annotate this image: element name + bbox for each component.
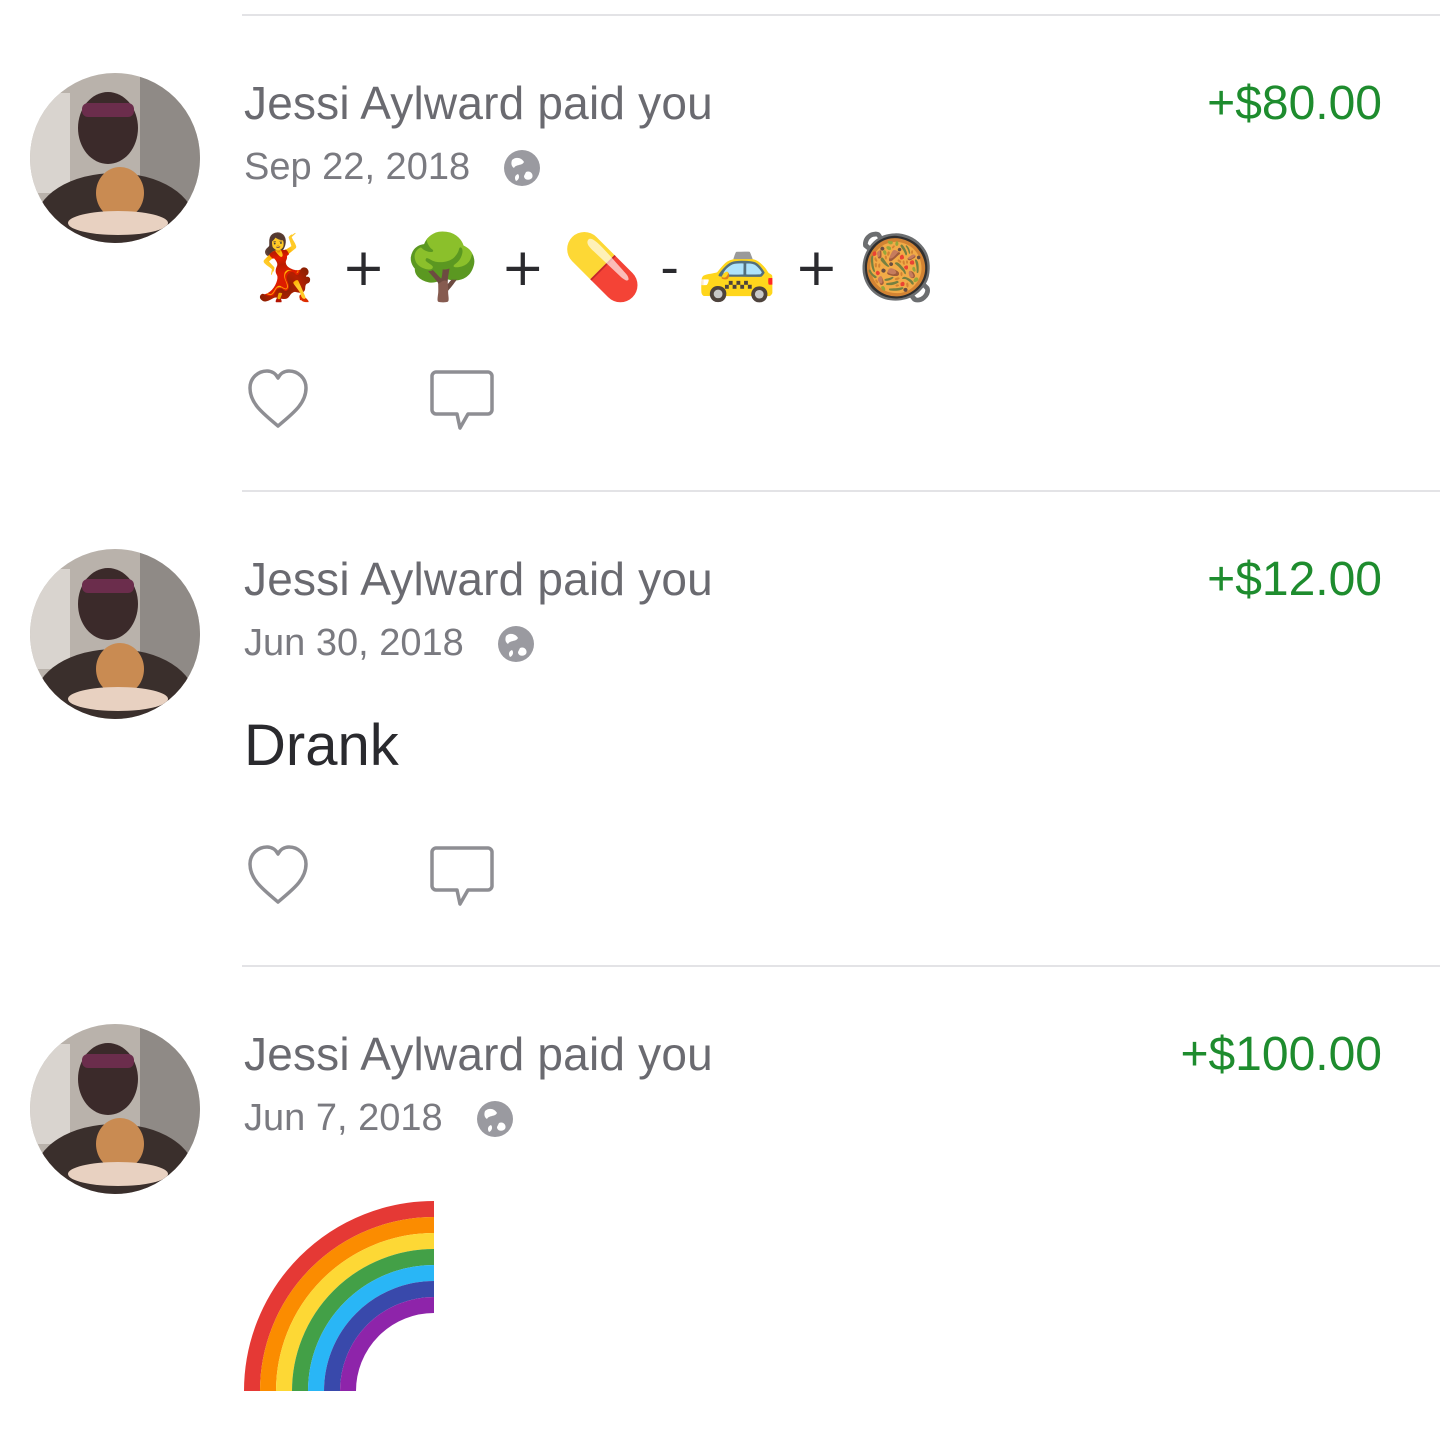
transaction-amount: +$12.00: [1207, 553, 1382, 606]
globe-icon: [475, 1099, 515, 1139]
avatar-photo: [30, 549, 200, 719]
tree-emoji: 🌳: [403, 231, 483, 305]
transaction-date: Jun 7, 2018: [244, 1097, 443, 1139]
transaction-amount: +$100.00: [1180, 1028, 1382, 1081]
avatar-photo: [30, 73, 200, 243]
emoji-note: 💃 + 🌳 + 💊 - 🚕 + 🥘: [244, 230, 936, 305]
divider: [242, 965, 1440, 967]
minus-operator: -: [660, 237, 679, 298]
transaction-meta: Sep 22, 2018: [244, 146, 542, 189]
transaction-date: Sep 22, 2018: [244, 146, 471, 188]
action-bar: [244, 366, 496, 434]
avatar[interactable]: [30, 549, 200, 719]
paella-emoji: 🥘: [856, 231, 936, 305]
globe-icon: [502, 148, 542, 188]
transaction-title: Jessi Aylward paid you: [244, 77, 713, 129]
plus-operator: +: [500, 237, 545, 298]
avatar-photo: [30, 1024, 200, 1194]
taxi-emoji: 🚕: [696, 231, 777, 305]
divider: [242, 14, 1440, 16]
rainbow-emoji: [244, 1201, 444, 1406]
transaction-title: Jessi Aylward paid you: [244, 1028, 713, 1080]
avatar[interactable]: [30, 73, 200, 243]
transaction-note: [244, 1201, 444, 1406]
avatar[interactable]: [30, 1024, 200, 1194]
plus-operator: +: [341, 237, 386, 298]
heart-icon[interactable]: [244, 366, 312, 434]
action-bar: [244, 842, 496, 910]
dancer-emoji: 💃: [244, 231, 324, 305]
divider: [242, 490, 1440, 492]
transaction-note: Drank: [244, 712, 399, 779]
transaction-amount: +$80.00: [1207, 77, 1382, 130]
transaction-note: 💃 + 🌳 + 💊 - 🚕 + 🥘: [244, 230, 936, 305]
comment-icon[interactable]: [428, 366, 496, 434]
note-text: Drank: [244, 713, 399, 778]
heart-icon[interactable]: [244, 842, 312, 910]
globe-icon: [496, 624, 536, 664]
comment-icon[interactable]: [428, 842, 496, 910]
transaction-meta: Jun 7, 2018: [244, 1097, 515, 1140]
plus-operator: +: [794, 237, 839, 298]
transaction-title: Jessi Aylward paid you: [244, 553, 713, 605]
pill-emoji: 💊: [562, 231, 643, 305]
transaction-date: Jun 30, 2018: [244, 622, 464, 664]
transaction-meta: Jun 30, 2018: [244, 622, 536, 665]
payment-feed: Jessi Aylward paid you +$80.00 Sep 22, 2…: [0, 0, 1440, 1440]
